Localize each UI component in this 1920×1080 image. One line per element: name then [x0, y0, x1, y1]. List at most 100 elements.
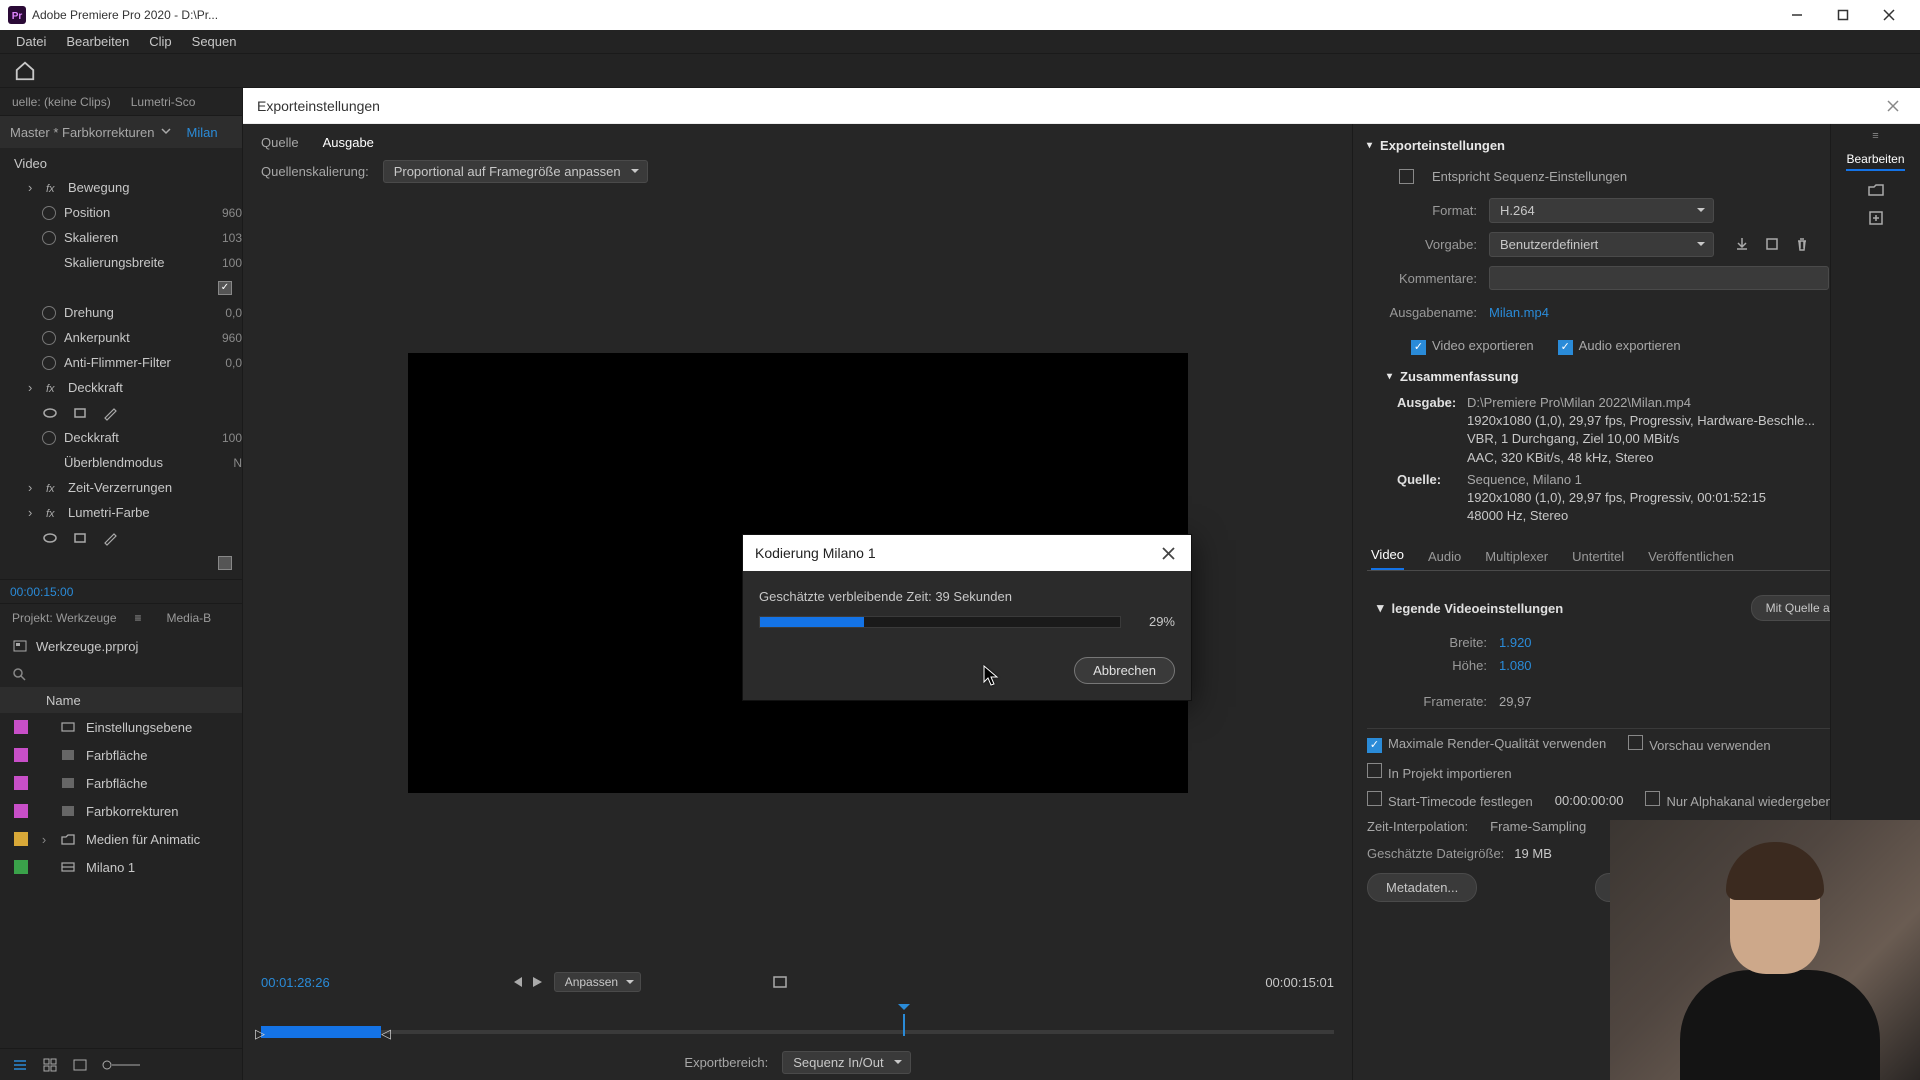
home-icon[interactable] — [14, 60, 36, 82]
project-item[interactable]: Milano 1 — [0, 853, 242, 881]
width-value[interactable]: 1.920 — [1499, 635, 1532, 650]
project-item[interactable]: Farbfläche — [0, 741, 242, 769]
delete-preset-icon[interactable] — [1794, 236, 1810, 252]
prop-scale-width[interactable]: Skalierungsbreite 100 — [0, 250, 242, 275]
ellipse-mask-icon[interactable] — [42, 405, 58, 421]
ellipse-mask-icon[interactable] — [42, 530, 58, 546]
effect-controls-timecode[interactable]: 00:00:15:00 — [0, 579, 242, 603]
aspect-icon[interactable] — [771, 973, 789, 991]
framerate-dropdown[interactable]: 29,97 — [1499, 694, 1699, 709]
menu-clip[interactable]: Clip — [139, 30, 181, 54]
label-color-chip[interactable] — [14, 804, 28, 818]
lumetri-reset-check[interactable] — [0, 550, 242, 575]
fit-dropdown[interactable]: Anpassen — [554, 972, 641, 992]
format-dropdown[interactable]: H.264 — [1489, 198, 1714, 223]
tab-lumetri-scopes[interactable]: Lumetri-Sco — [131, 95, 196, 109]
checkbox-icon[interactable] — [218, 281, 232, 295]
project-search[interactable] — [0, 661, 242, 687]
source-scaling-dropdown[interactable]: Proportional auf Framegröße anpassen — [383, 160, 648, 183]
checkbox-icon[interactable] — [1399, 169, 1414, 184]
comments-input[interactable] — [1489, 266, 1829, 290]
project-item[interactable]: ›Medien für Animatic — [0, 825, 242, 853]
tab-audio[interactable]: Audio — [1428, 549, 1461, 570]
tab-multiplexer[interactable]: Multiplexer — [1485, 549, 1548, 570]
alpha-only-checkbox[interactable] — [1645, 791, 1660, 806]
stopwatch-icon[interactable] — [42, 231, 56, 245]
stopwatch-icon[interactable] — [42, 331, 56, 345]
list-view-icon[interactable] — [12, 1057, 28, 1073]
use-preview-checkbox[interactable] — [1628, 735, 1643, 750]
checkbox-icon[interactable] — [218, 556, 232, 570]
stopwatch-icon[interactable] — [42, 431, 56, 445]
export-video-checkbox[interactable] — [1411, 340, 1426, 355]
prop-position[interactable]: Position 960 — [0, 200, 242, 225]
effect-time-remap[interactable]: › fx Zeit-Verzerrungen — [0, 475, 242, 500]
prop-rotation[interactable]: Drehung 0,0 — [0, 300, 242, 325]
effect-lumetri[interactable]: › fx Lumetri-Farbe — [0, 500, 242, 525]
project-item[interactable]: Farbkorrekturen — [0, 797, 242, 825]
step-back-icon[interactable] — [510, 975, 524, 989]
chevron-down-icon[interactable] — [161, 126, 173, 138]
clip-name[interactable]: Milan — [187, 125, 218, 140]
import-preset-icon[interactable] — [1764, 236, 1780, 252]
menu-edit[interactable]: Bearbeiten — [56, 30, 139, 54]
label-color-chip[interactable] — [14, 748, 28, 762]
freeform-view-icon[interactable] — [72, 1057, 88, 1073]
icon-view-icon[interactable] — [42, 1057, 58, 1073]
expand-icon[interactable]: › — [38, 832, 50, 847]
preview-timeline[interactable]: ▷ ◁ — [243, 1004, 1352, 1044]
max-render-checkbox[interactable] — [1367, 738, 1382, 753]
video-category[interactable]: Video — [0, 152, 242, 175]
project-item[interactable]: Einstellungsebene — [0, 713, 242, 741]
stopwatch-icon[interactable] — [42, 206, 56, 220]
pen-mask-icon[interactable] — [102, 530, 118, 546]
close-icon[interactable] — [1880, 93, 1906, 119]
match-sequence-row[interactable]: Entspricht Sequenz-Einstellungen — [1367, 159, 1906, 193]
label-color-chip[interactable] — [14, 720, 28, 734]
prop-uniform-scale-check[interactable] — [0, 275, 242, 300]
preview-out-timecode[interactable]: 00:00:15:01 — [1265, 975, 1334, 990]
label-color-chip[interactable] — [14, 860, 28, 874]
output-name-link[interactable]: Milan.mp4 — [1489, 305, 1549, 320]
play-icon[interactable] — [530, 975, 544, 989]
rect-mask-icon[interactable] — [72, 405, 88, 421]
project-item[interactable]: Farbfläche — [0, 769, 242, 797]
minimize-button[interactable] — [1774, 0, 1820, 30]
preview-in-timecode[interactable]: 00:01:28:26 — [261, 975, 330, 990]
stopwatch-icon[interactable] — [42, 306, 56, 320]
project-column-name[interactable]: Name — [0, 687, 242, 713]
menu-file[interactable]: Datei — [6, 30, 56, 54]
summary-header[interactable]: ▾Zusammenfassung — [1367, 363, 1906, 390]
prop-antiflicker[interactable]: Anti-Flimmer-Filter 0,0 — [0, 350, 242, 375]
work-area-range[interactable] — [261, 1026, 381, 1038]
new-item-icon[interactable] — [1867, 209, 1885, 227]
tab-lumetri-edit[interactable]: Bearbeiten — [1846, 152, 1904, 171]
export-settings-header[interactable]: ▾Exporteinstellungen — [1367, 132, 1906, 159]
prop-blendmode[interactable]: Überblendmodus N — [0, 450, 242, 475]
label-color-chip[interactable] — [14, 832, 28, 846]
tab-source-none[interactable]: uelle: (keine Clips) — [12, 95, 111, 109]
save-preset-icon[interactable] — [1734, 236, 1750, 252]
prop-anchor[interactable]: Ankerpunkt 960 — [0, 325, 242, 350]
label-color-chip[interactable] — [14, 776, 28, 790]
effect-motion[interactable]: › fx Bewegung — [0, 175, 242, 200]
zoom-slider[interactable] — [102, 1057, 142, 1073]
import-project-checkbox[interactable] — [1367, 763, 1382, 778]
tab-preview-source[interactable]: Quelle — [261, 135, 299, 150]
menu-sequence[interactable]: Sequen — [182, 30, 247, 54]
maximize-button[interactable] — [1820, 0, 1866, 30]
stopwatch-icon[interactable] — [42, 356, 56, 370]
tab-captions[interactable]: Untertitel — [1572, 549, 1624, 570]
height-value[interactable]: 1.080 — [1499, 658, 1532, 673]
tab-project[interactable]: Projekt: Werkzeuge — [12, 611, 117, 625]
tab-publish[interactable]: Veröffentlichen — [1648, 549, 1734, 570]
tab-preview-output[interactable]: Ausgabe — [323, 135, 374, 150]
metadata-button[interactable]: Metadaten... — [1367, 873, 1477, 902]
tab-video[interactable]: Video — [1371, 547, 1404, 570]
encoding-cancel-button[interactable]: Abbrechen — [1074, 657, 1175, 684]
export-range-dropdown[interactable]: Sequenz In/Out — [782, 1051, 910, 1074]
tab-media-browser[interactable]: Media-B — [167, 611, 212, 625]
preset-dropdown[interactable]: Benutzerdefiniert — [1489, 232, 1714, 257]
panel-menu-icon[interactable]: ≡ — [135, 611, 149, 625]
pen-mask-icon[interactable] — [102, 405, 118, 421]
